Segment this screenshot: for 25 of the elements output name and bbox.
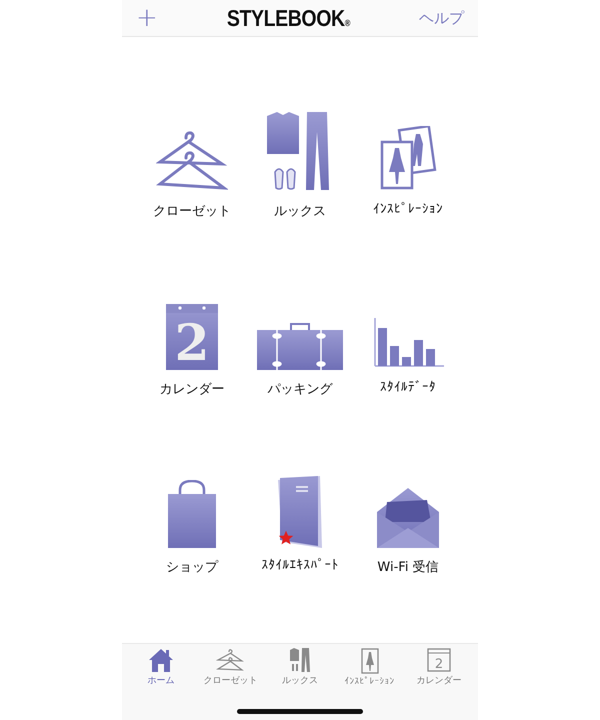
tile-label[interactable]: ｲﾝｽﾋﾟﾚｰｼｮﾝ	[373, 202, 443, 217]
tile-label[interactable]: Wi-Fi 受信	[377, 558, 439, 576]
tile-label[interactable]: ショップ	[166, 558, 218, 576]
help-link[interactable]: ヘルプ	[419, 8, 464, 28]
book-icon	[276, 476, 324, 548]
tile-label[interactable]: ｽﾀｲﾙｴｷｽﾊﾟｰﾄ	[262, 558, 338, 573]
calendar-icon: 2	[427, 648, 452, 672]
tab[interactable]: ｲﾝｽﾋﾟﾚｰｼｮﾝ	[336, 648, 404, 687]
add-button[interactable]: +	[136, 5, 158, 31]
calendar-icon: 2	[166, 304, 218, 370]
app-logo: STYLEBOOK®	[226, 4, 350, 32]
tile-label[interactable]: ルックス	[274, 202, 326, 220]
tab[interactable]: 2 カレンダー	[405, 648, 474, 687]
tab[interactable]: ルックス	[266, 648, 334, 687]
tile-label[interactable]: カレンダー	[160, 380, 224, 398]
tab[interactable]: ホーム	[126, 648, 195, 687]
hangers-icon	[156, 130, 228, 192]
suitcase-icon	[257, 322, 343, 370]
bar-chart-icon	[372, 318, 444, 370]
tab[interactable]: クローゼット	[196, 648, 264, 687]
envelope-icon	[377, 488, 439, 548]
shopping-bag-icon	[166, 480, 218, 548]
tile-label[interactable]: ｽﾀｲﾙﾃﾞｰﾀ	[380, 380, 436, 395]
tile-label[interactable]: パッキング	[268, 380, 332, 398]
tile-label[interactable]: クローゼット	[153, 202, 231, 220]
